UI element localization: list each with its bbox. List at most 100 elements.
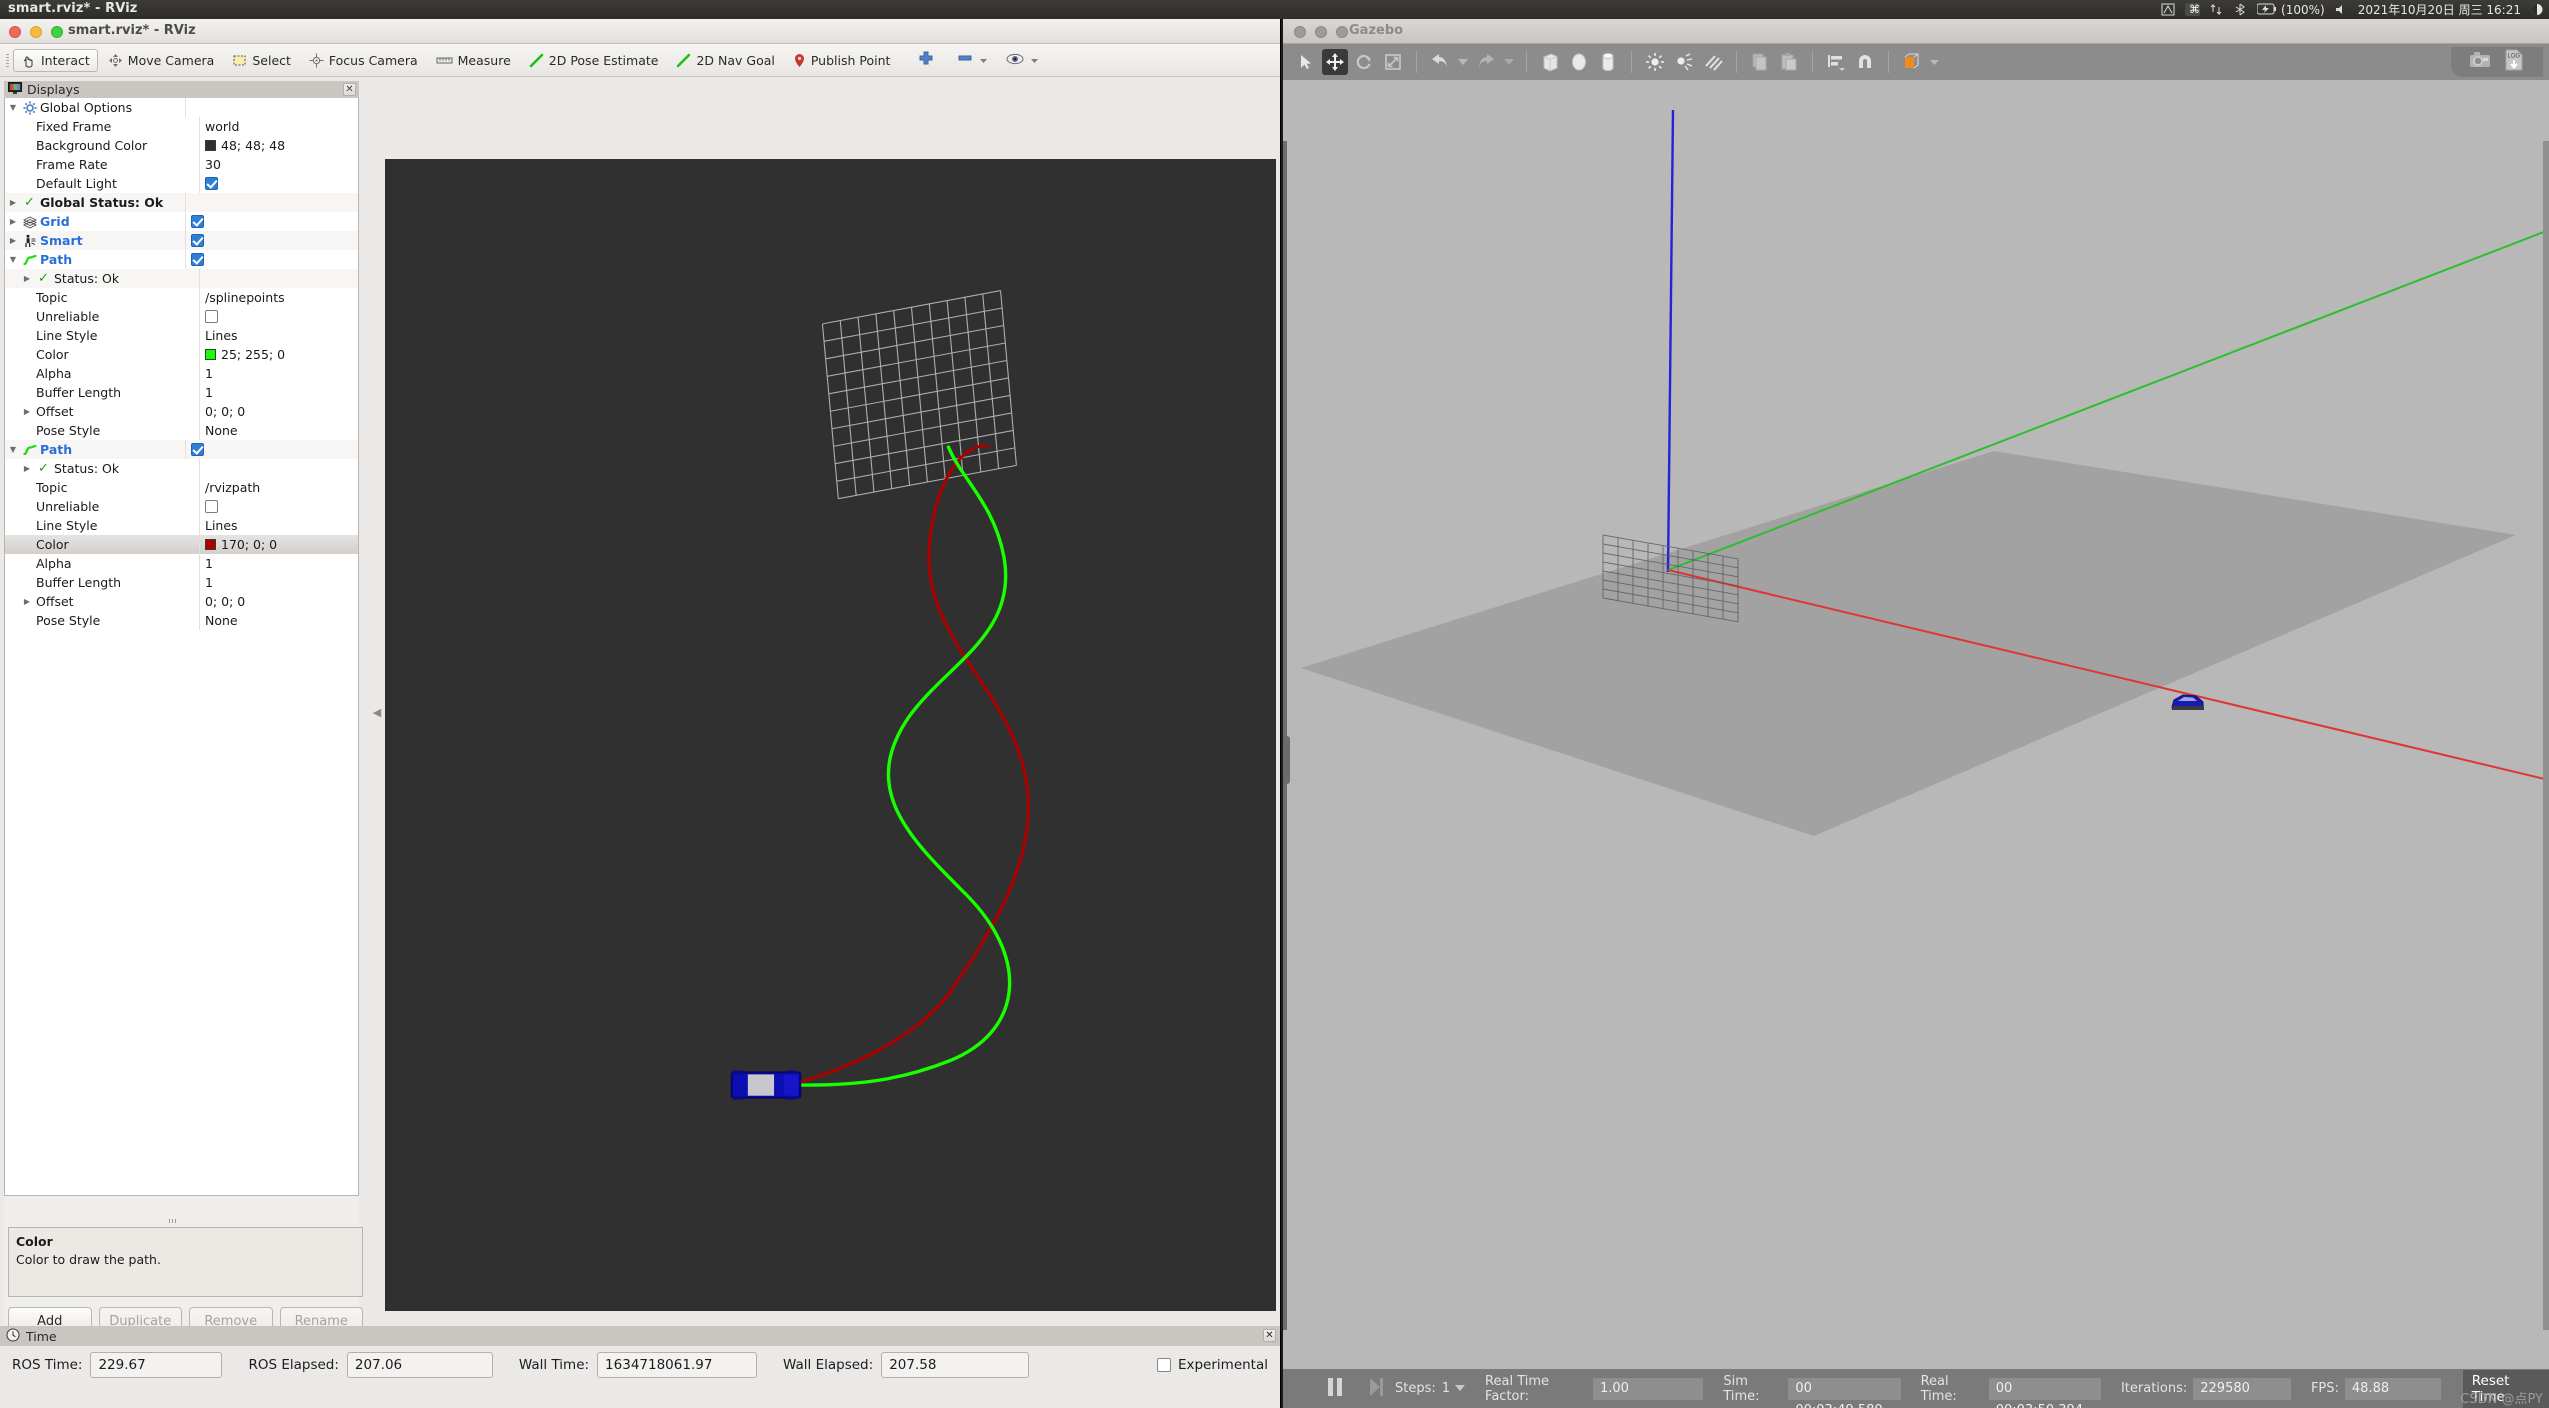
cylinder-icon[interactable] (1595, 49, 1621, 75)
gazebo-close-button[interactable] (1294, 26, 1306, 38)
tree-row-smart[interactable]: ▶Smart (5, 231, 358, 250)
tree-row-pose-style[interactable]: Pose StyleNone (5, 611, 358, 630)
pause-icon[interactable] (1325, 1376, 1345, 1402)
point-light-icon[interactable] (1642, 49, 1668, 75)
redo-dropdown-icon[interactable] (1502, 49, 1516, 75)
gazebo-3d-scene[interactable] (1283, 80, 2549, 1369)
tree-row-offset[interactable]: ▶Offset0; 0; 0 (5, 402, 358, 421)
color-swatch[interactable] (205, 539, 216, 550)
step-forward-icon[interactable] (1367, 1376, 1385, 1402)
bluetooth-icon[interactable] (2233, 3, 2248, 16)
gazebo-scrollbar[interactable] (2543, 141, 2549, 1330)
chevron-right-icon[interactable]: ▶ (7, 217, 19, 226)
gazebo-minimize-button[interactable] (1315, 26, 1327, 38)
tool-focus-camera[interactable]: Focus Camera (301, 49, 426, 72)
rotate-icon[interactable] (1351, 49, 1377, 75)
plus-icon[interactable] (912, 50, 940, 70)
box-icon[interactable] (1537, 49, 1563, 75)
tree-row-checkbox[interactable] (191, 443, 204, 456)
tree-row-line-style[interactable]: Line StyleLines (5, 326, 358, 345)
time-panel-close-icon[interactable]: ✕ (1263, 1329, 1276, 1342)
experimental-toggle[interactable]: Experimental (1157, 1357, 1268, 1373)
eye-icon[interactable] (1003, 51, 1027, 70)
align-icon[interactable] (1823, 49, 1849, 75)
chevron-down-icon[interactable]: ▼ (7, 445, 19, 454)
tree-row-unreliable[interactable]: Unreliable (5, 497, 358, 516)
tree-row-topic[interactable]: Topic/splinepoints (5, 288, 358, 307)
tool-2d-pose-estimate[interactable]: 2D Pose Estimate (521, 49, 667, 72)
spot-light-icon[interactable] (1671, 49, 1697, 75)
tree-row-status-ok[interactable]: ▶✓Status: Ok (5, 269, 358, 288)
tree-row-fixed-frame[interactable]: Fixed Frameworld (5, 117, 358, 136)
redo-icon[interactable] (1473, 49, 1499, 75)
session-menu-icon[interactable] (2530, 3, 2545, 16)
chevron-down-icon[interactable] (978, 51, 989, 70)
toolbar-drag-handle[interactable] (4, 49, 11, 71)
tree-row-checkbox[interactable] (191, 253, 204, 266)
tree-row-path[interactable]: ▼Path (5, 250, 358, 269)
tree-row-buffer-length[interactable]: Buffer Length1 (5, 573, 358, 592)
tree-row-grid[interactable]: ▶Grid (5, 212, 358, 231)
gazebo-window-controls[interactable] (1294, 26, 1348, 38)
left-splitter-handle[interactable]: ◀ (372, 81, 382, 1343)
tree-row-path[interactable]: ▼Path (5, 440, 358, 459)
undo-dropdown-icon[interactable] (1456, 49, 1470, 75)
tree-row-checkbox[interactable] (191, 215, 204, 228)
tree-row-frame-rate[interactable]: Frame Rate30 (5, 155, 358, 174)
chevron-right-icon[interactable]: ▶ (7, 198, 19, 207)
chevron-right-icon[interactable]: ▶ (21, 407, 33, 416)
view-angle-icon[interactable] (1899, 49, 1925, 75)
wall-time-value[interactable]: 1634718061.97 (597, 1352, 757, 1378)
tree-row-color[interactable]: Color170; 0; 0 (5, 535, 358, 554)
displays-tree[interactable]: ▼Global OptionsFixed FrameworldBackgroun… (4, 98, 359, 1196)
tree-row-alpha[interactable]: Alpha1 (5, 364, 358, 383)
displays-panel-close-icon[interactable]: ✕ (343, 83, 356, 96)
tool-publish-point[interactable]: Publish Point (785, 49, 899, 72)
tree-row-pose-style[interactable]: Pose StyleNone (5, 421, 358, 440)
tool-2d-nav-goal[interactable]: 2D Nav Goal (668, 49, 782, 72)
chevron-right-icon[interactable]: ▶ (21, 464, 33, 473)
directional-light-icon[interactable] (1700, 49, 1726, 75)
minus-icon[interactable] (954, 50, 976, 70)
steps-value[interactable]: 1 (1442, 1381, 1450, 1396)
log-record-icon[interactable]: LOG (2503, 49, 2525, 75)
tree-row-color[interactable]: Color25; 255; 0 (5, 345, 358, 364)
translate-move-icon[interactable] (1322, 49, 1348, 75)
tree-row-topic[interactable]: Topic/rvizpath (5, 478, 358, 497)
tool-select[interactable]: Select (224, 49, 299, 72)
chevron-right-icon[interactable]: ▶ (7, 236, 19, 245)
paste-icon[interactable] (1776, 49, 1802, 75)
screenshot-camera-icon[interactable] (2469, 50, 2493, 74)
description-resize-grip[interactable] (164, 1218, 180, 1223)
tree-row-alpha[interactable]: Alpha1 (5, 554, 358, 573)
ros-time-value[interactable]: 229.67 (90, 1352, 222, 1378)
chevron-down-icon-2[interactable] (1029, 51, 1040, 70)
tree-row-global-options[interactable]: ▼Global Options (5, 98, 358, 117)
tool-measure[interactable]: Measure (428, 49, 519, 72)
keyboard-layout-icon[interactable]: ⌘ (2185, 3, 2200, 16)
arrow-select-icon[interactable] (1293, 49, 1319, 75)
scale-icon[interactable] (1380, 49, 1406, 75)
tool-move-camera[interactable]: Move Camera (100, 49, 223, 72)
snap-magnet-icon[interactable] (1852, 49, 1878, 75)
chevron-down-icon[interactable]: ▼ (7, 103, 19, 112)
tool-interact[interactable]: Interact (13, 49, 98, 72)
tree-row-checkbox[interactable] (205, 310, 218, 323)
tree-row-default-light[interactable]: Default Light (5, 174, 358, 193)
chevron-right-icon[interactable]: ▶ (21, 274, 33, 283)
tree-row-buffer-length[interactable]: Buffer Length1 (5, 383, 358, 402)
tree-row-checkbox[interactable] (205, 500, 218, 513)
steps-dropdown-icon[interactable] (1455, 1381, 1465, 1396)
tree-row-global-status-ok[interactable]: ▶✓Global Status: Ok (5, 193, 358, 212)
sphere-icon[interactable] (1566, 49, 1592, 75)
tree-row-checkbox[interactable] (191, 234, 204, 247)
tree-row-checkbox[interactable] (205, 177, 218, 190)
undo-icon[interactable] (1427, 49, 1453, 75)
color-swatch[interactable] (205, 349, 216, 360)
gazebo-maximize-button[interactable] (1336, 26, 1348, 38)
datetime-label[interactable]: 2021年10月20日 周三 16:21 (2358, 1, 2521, 18)
gazebo-panel-drag-handle[interactable] (1283, 736, 1290, 784)
chevron-right-icon[interactable]: ▶ (21, 597, 33, 606)
color-swatch[interactable] (205, 140, 216, 151)
view-angle-dropdown-icon[interactable] (1928, 49, 1941, 75)
